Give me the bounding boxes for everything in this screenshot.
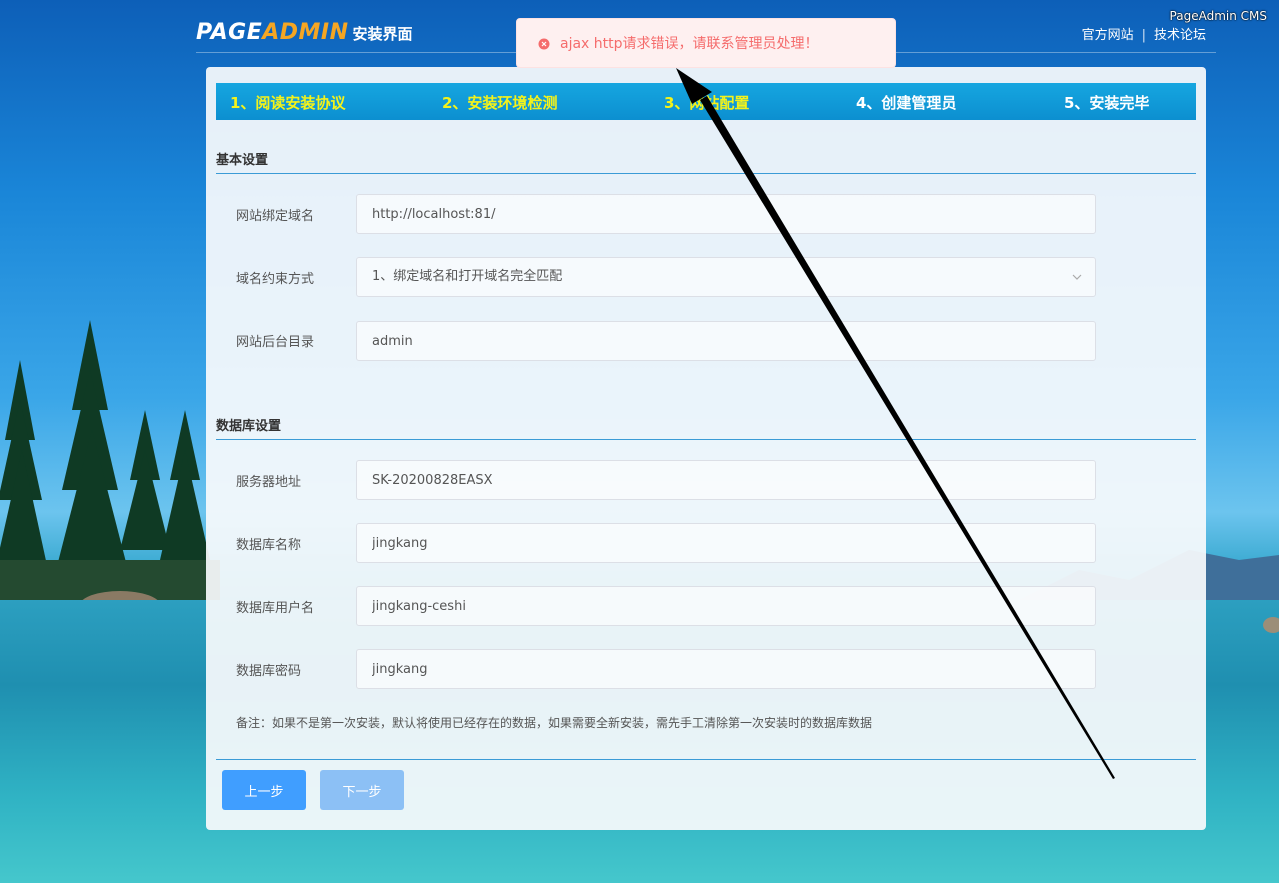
next-step-button[interactable]: 下一步	[320, 770, 404, 810]
db-user-input[interactable]	[356, 586, 1096, 626]
db-name-label: 数据库名称	[236, 538, 302, 553]
install-note: 备注：如果不是第一次安装，默认将使用已经存在的数据，如果需要全新安装，需先手工清…	[236, 716, 873, 730]
domain-match-label: 域名约束方式	[236, 272, 315, 287]
step-1: 1、阅读安装协议	[230, 94, 346, 112]
database-settings-title: 数据库设置	[216, 415, 1196, 440]
admin-dir-input[interactable]	[356, 321, 1096, 361]
db-password-label: 数据库密码	[236, 664, 302, 679]
link-separator: |	[1141, 28, 1146, 43]
domain-input[interactable]	[356, 194, 1096, 234]
step-bar: 1、阅读安装协议 2、安装环境检测 3、网站配置 4、创建管理员 5、安装完毕	[216, 83, 1196, 120]
db-name-input[interactable]	[356, 523, 1096, 563]
prev-step-button[interactable]: 上一步	[222, 770, 306, 810]
domain-match-value: 1、绑定域名和打开域名完全匹配	[372, 269, 563, 284]
logo-page-text: PAGE	[196, 20, 263, 45]
logo-admin-text: ADMIN	[262, 20, 349, 45]
error-circle-icon	[538, 38, 550, 50]
server-label: 服务器地址	[236, 475, 302, 490]
logo: PAGEADMIN 安装界面	[196, 20, 413, 45]
step-2: 2、安装环境检测	[442, 94, 558, 112]
install-panel: 1、阅读安装协议 2、安装环境检测 3、网站配置 4、创建管理员 5、安装完毕 …	[206, 67, 1206, 830]
basic-settings-title: 基本设置	[216, 149, 1196, 174]
admin-dir-label: 网站后台目录	[236, 335, 315, 350]
db-password-input[interactable]	[356, 649, 1096, 689]
bottom-divider	[216, 759, 1196, 760]
server-input[interactable]	[356, 460, 1096, 500]
logo-subtitle: 安装界面	[352, 25, 413, 43]
official-site-link[interactable]: 官方网站	[1082, 28, 1134, 43]
step-4: 4、创建管理员	[856, 94, 957, 112]
top-links: 官方网站 | 技术论坛	[1082, 24, 1206, 43]
toast-message: ajax http请求错误，请联系管理员处理！	[560, 36, 819, 52]
error-toast: ajax http请求错误，请联系管理员处理！	[516, 18, 896, 68]
db-user-label: 数据库用户名	[236, 601, 315, 616]
forum-link[interactable]: 技术论坛	[1154, 28, 1206, 43]
rock-scenery	[1263, 617, 1279, 633]
chevron-down-icon	[1072, 274, 1082, 280]
domain-match-select[interactable]: 1、绑定域名和打开域名完全匹配	[356, 257, 1096, 297]
domain-label: 网站绑定域名	[236, 209, 315, 224]
step-3: 3、网站配置	[664, 94, 750, 112]
step-5: 5、安装完毕	[1064, 94, 1150, 112]
